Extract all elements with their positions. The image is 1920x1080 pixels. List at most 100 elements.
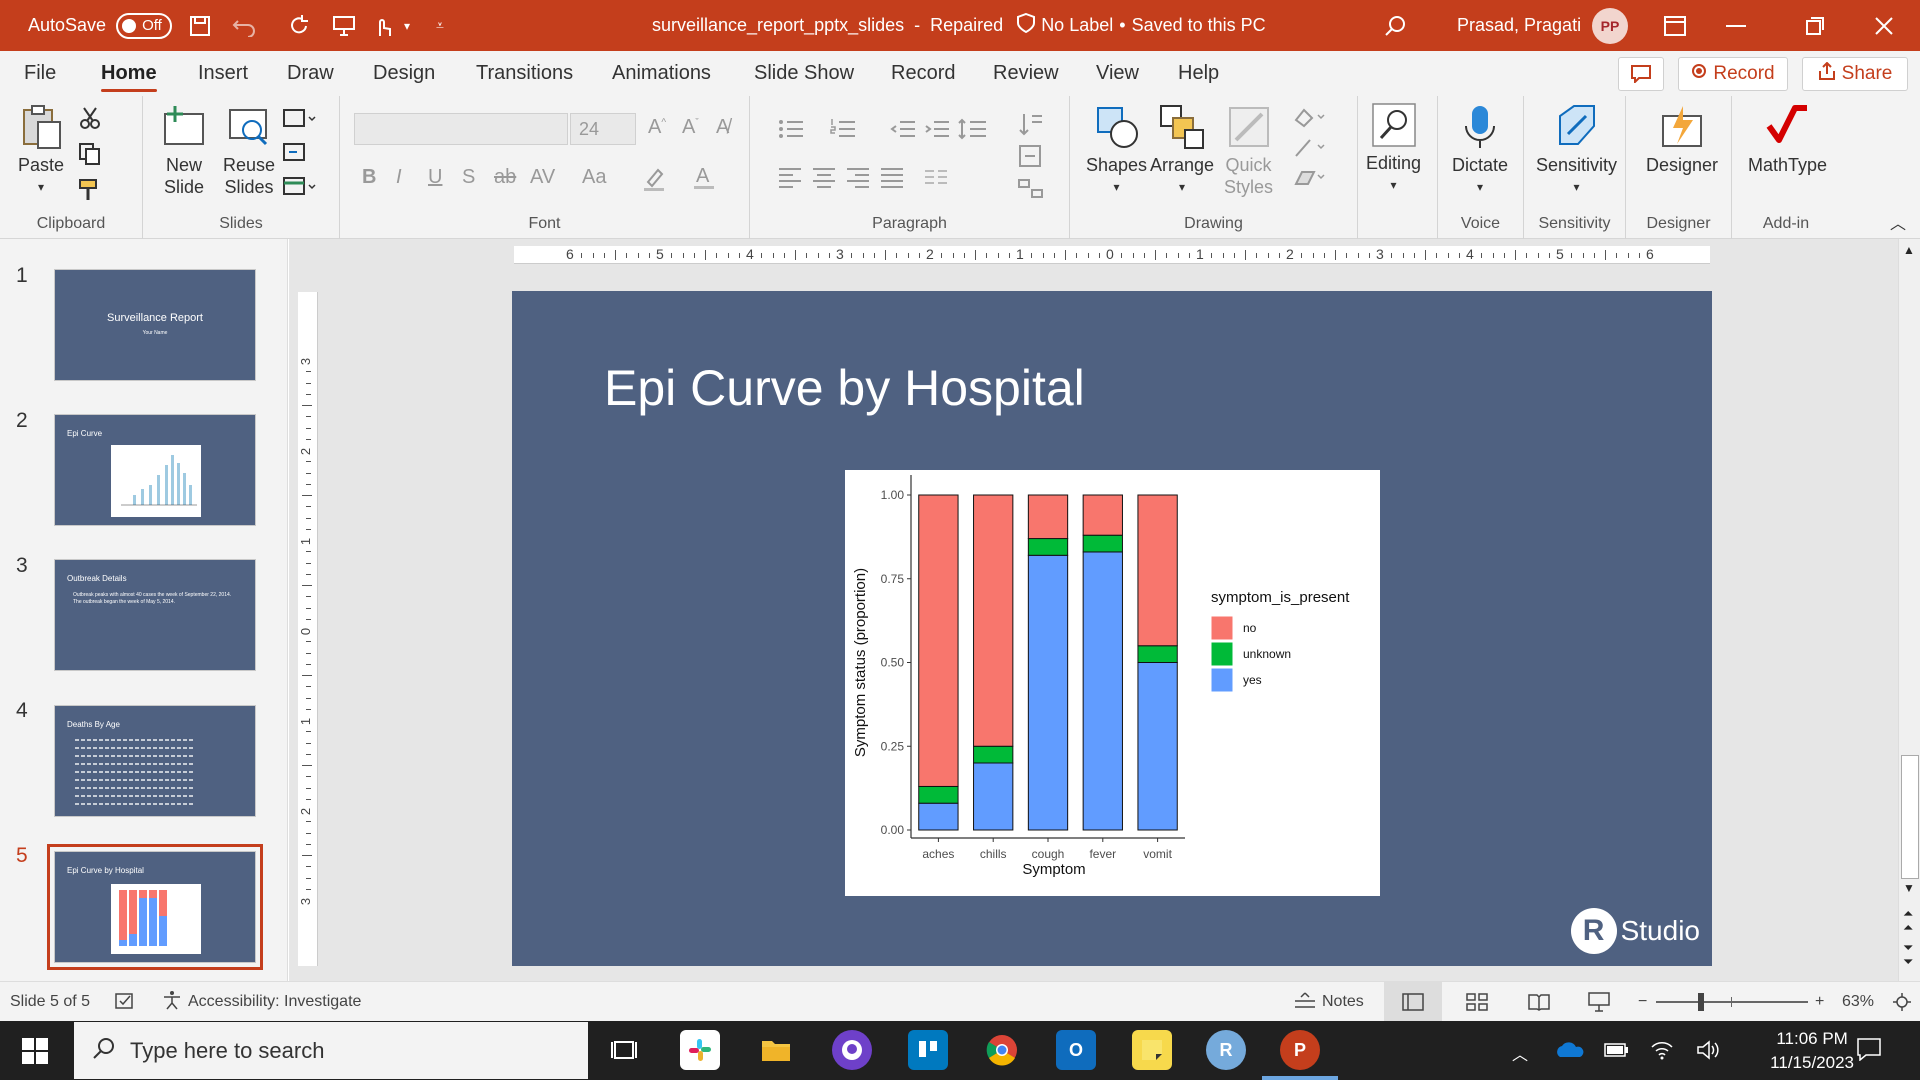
close-icon[interactable] xyxy=(1874,0,1894,51)
zoom-slider[interactable] xyxy=(1656,982,1808,1022)
windows-start-icon[interactable] xyxy=(22,1038,48,1069)
tab-home[interactable]: Home xyxy=(101,51,157,96)
battery-icon[interactable] xyxy=(1604,1041,1630,1064)
bold-icon[interactable]: B xyxy=(362,166,376,189)
highlight-icon[interactable] xyxy=(642,166,666,191)
show-hidden-icons[interactable]: ︿ xyxy=(1512,1041,1528,1065)
quick-styles-button[interactable]: Quick Styles xyxy=(1224,104,1273,198)
tab-draw[interactable]: Draw xyxy=(287,51,334,96)
normal-view-icon[interactable] xyxy=(1384,982,1442,1022)
scroll-down-icon[interactable]: ▼ xyxy=(1903,881,1915,895)
layout-icon[interactable] xyxy=(283,108,316,132)
tab-help[interactable]: Help xyxy=(1178,51,1219,96)
sensitivity-button[interactable]: Sensitivity ▾ xyxy=(1536,104,1617,198)
tab-slide-show[interactable]: Slide Show xyxy=(754,51,854,96)
restore-icon[interactable] xyxy=(1805,0,1825,51)
character-spacing-icon[interactable]: AV xyxy=(530,166,555,189)
notes-button[interactable]: Notes xyxy=(1294,982,1364,1022)
change-case-icon[interactable]: Aa xyxy=(582,166,606,189)
paste-button[interactable]: Paste ▾ xyxy=(18,104,64,198)
next-slide-icon[interactable]: ⏷ ⏷ xyxy=(1903,941,1913,969)
spelling-icon[interactable] xyxy=(114,982,136,1022)
previous-slide-icon[interactable]: ⏶ ⏶ xyxy=(1903,907,1913,935)
slide-thumbnail-3[interactable]: Outbreak Details Outbreak peaks with alm… xyxy=(54,559,256,671)
zoom-out-icon[interactable]: − xyxy=(1638,982,1647,1022)
slideshow-view-icon[interactable] xyxy=(1588,982,1610,1022)
qat-dropdown-icon[interactable]: ▾ xyxy=(404,0,410,51)
slide-thumbnail-4[interactable]: Deaths By Age xyxy=(54,705,256,817)
redo-icon[interactable] xyxy=(288,0,312,51)
increase-font-icon[interactable]: A^ xyxy=(648,116,666,139)
new-slide-button[interactable]: New Slide xyxy=(161,104,207,198)
align-text-icon[interactable] xyxy=(1018,144,1042,168)
trello-icon[interactable] xyxy=(908,1030,948,1070)
tab-view[interactable]: View xyxy=(1096,51,1139,96)
section-icon[interactable] xyxy=(283,176,316,200)
file-explorer-icon[interactable] xyxy=(756,1030,796,1070)
task-view-icon[interactable] xyxy=(604,1030,644,1070)
vertical-scrollbar[interactable]: ▲ ▼ ⏶ ⏶ ⏷ ⏷ xyxy=(1898,239,1920,981)
editing-button[interactable]: Editing ▾ xyxy=(1366,102,1421,196)
font-size-combo[interactable]: 24 xyxy=(570,113,636,145)
slack-icon[interactable] xyxy=(680,1030,720,1070)
notifications-icon[interactable] xyxy=(1856,1037,1882,1066)
bullets-icon[interactable] xyxy=(778,118,803,142)
volume-icon[interactable] xyxy=(1696,1039,1720,1066)
onedrive-icon[interactable] xyxy=(1554,1039,1584,1064)
customize-qat-icon[interactable]: ⩡ xyxy=(436,0,444,51)
shape-fill-icon[interactable] xyxy=(1292,106,1325,130)
underline-icon[interactable]: U xyxy=(428,166,442,189)
align-right-icon[interactable] xyxy=(846,166,870,190)
chrome-icon[interactable] xyxy=(982,1030,1022,1070)
system-clock[interactable]: 11:06 PM 11/15/2023 xyxy=(1770,1027,1854,1075)
user-name[interactable]: Prasad, Pragati xyxy=(1457,0,1581,51)
powerpoint-icon[interactable]: P xyxy=(1280,1030,1320,1070)
taskbar-search-box[interactable]: Type here to search xyxy=(74,1022,588,1079)
r-icon[interactable]: R xyxy=(1206,1030,1246,1070)
italic-icon[interactable]: I xyxy=(396,166,402,189)
wifi-icon[interactable] xyxy=(1650,1039,1674,1066)
decrease-font-icon[interactable]: Aˇ xyxy=(682,116,699,139)
cut-icon[interactable] xyxy=(78,106,102,130)
clear-formatting-icon[interactable]: A̸ xyxy=(716,116,729,139)
scroll-thumb[interactable] xyxy=(1901,755,1919,879)
decrease-indent-icon[interactable] xyxy=(890,118,915,142)
columns-icon[interactable] xyxy=(924,166,948,190)
outlook-icon[interactable]: O xyxy=(1056,1030,1096,1070)
zoom-in-icon[interactable]: + xyxy=(1815,982,1824,1022)
zoom-slider-thumb[interactable] xyxy=(1698,993,1704,1011)
tab-file[interactable]: File xyxy=(24,51,56,96)
slide-thumbnail-5[interactable]: Epi Curve by Hospital xyxy=(54,851,256,963)
share-button[interactable]: Share xyxy=(1802,57,1908,91)
sticky-notes-icon[interactable] xyxy=(1132,1030,1172,1070)
scroll-up-icon[interactable]: ▲ xyxy=(1903,243,1915,257)
fit-to-window-icon[interactable] xyxy=(1892,982,1912,1022)
autosave-toggle[interactable]: Off xyxy=(116,12,173,39)
record-button[interactable]: Record xyxy=(1678,57,1788,91)
reading-view-icon[interactable] xyxy=(1528,982,1550,1022)
designer-button[interactable]: Designer xyxy=(1646,104,1718,176)
reuse-slides-button[interactable]: Reuse Slides xyxy=(223,104,275,198)
text-shadow-icon[interactable]: S xyxy=(462,166,475,189)
zoom-level[interactable]: 63% xyxy=(1842,982,1874,1022)
chart-image[interactable]: 0.00 0.25 0.50 0.75 1.00 aches chills cough feve… xyxy=(845,470,1380,896)
font-color-icon[interactable]: A xyxy=(692,164,716,189)
tab-review[interactable]: Review xyxy=(993,51,1059,96)
shape-outline-icon[interactable] xyxy=(1292,136,1325,160)
increase-indent-icon[interactable] xyxy=(924,118,949,142)
align-center-icon[interactable] xyxy=(812,166,836,190)
touch-mode-icon[interactable] xyxy=(372,0,394,51)
ribbon-display-icon[interactable] xyxy=(1664,0,1686,51)
search-icon[interactable] xyxy=(1384,0,1406,51)
slide-sorter-icon[interactable] xyxy=(1466,982,1488,1022)
copy-icon[interactable] xyxy=(78,142,102,166)
arrange-button[interactable]: Arrange ▾ xyxy=(1150,104,1214,198)
line-spacing-icon[interactable] xyxy=(958,118,986,142)
document-title[interactable]: surveillance_report_pptx_slides - Repair… xyxy=(652,0,1266,51)
slide-thumbnail-1[interactable]: Surveillance Report Your Name xyxy=(54,269,256,381)
strikethrough-icon[interactable]: ab xyxy=(494,166,516,189)
github-icon[interactable] xyxy=(832,1030,872,1070)
text-direction-icon[interactable] xyxy=(1018,112,1042,136)
numbering-icon[interactable] xyxy=(830,118,855,142)
slide-title[interactable]: Epi Curve by Hospital xyxy=(604,359,1085,417)
